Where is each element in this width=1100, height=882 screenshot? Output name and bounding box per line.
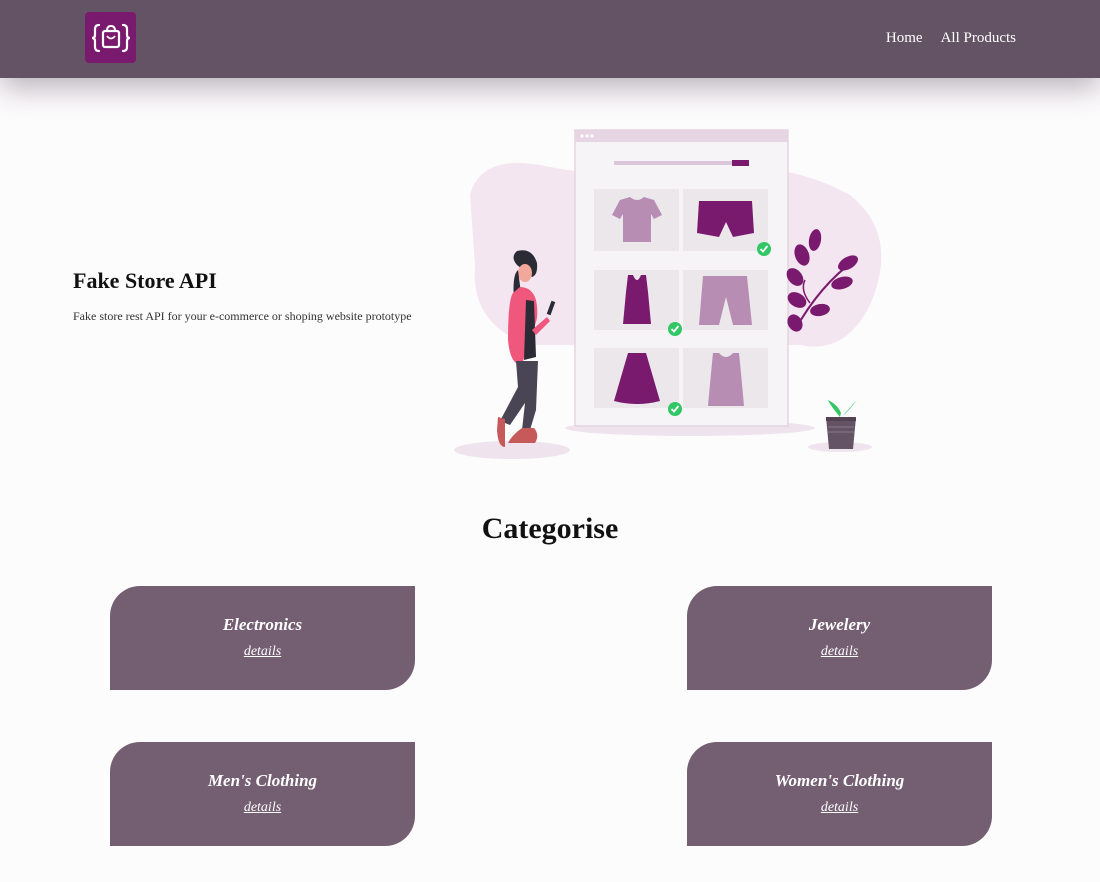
hero-title: Fake Store API — [73, 268, 217, 293]
category-card-electronics[interactable]: Electronics details — [110, 586, 415, 690]
nav-home-link[interactable]: Home — [886, 30, 923, 47]
category-card-mens-clothing[interactable]: Men's Clothing details — [110, 742, 415, 846]
navbar: Home All Products — [0, 0, 1100, 78]
category-name: Electronics — [222, 615, 303, 634]
category-details-link[interactable]: details — [244, 800, 281, 816]
categories-title: Categorise — [481, 512, 619, 545]
category-details-link[interactable]: details — [244, 644, 281, 660]
nav-links: Home All Products — [886, 30, 1016, 47]
category-card-womens-clothing[interactable]: Women's Clothing details — [687, 742, 992, 846]
logo[interactable] — [85, 12, 136, 63]
category-name: Men's Clothing — [207, 771, 318, 790]
nav-all-products-link[interactable]: All Products — [941, 30, 1016, 47]
category-name: Jewelery — [808, 615, 871, 634]
hero-subtitle: Fake store rest API for your e-commerce … — [73, 309, 412, 323]
category-details-link[interactable]: details — [821, 800, 858, 816]
category-card-jewelery[interactable]: Jewelery details — [687, 586, 992, 690]
online-shopping-illustration — [454, 129, 882, 459]
category-details-link[interactable]: details — [821, 644, 858, 660]
category-name: Women's Clothing — [774, 771, 905, 790]
shopping-bag-braces-icon — [91, 23, 130, 52]
